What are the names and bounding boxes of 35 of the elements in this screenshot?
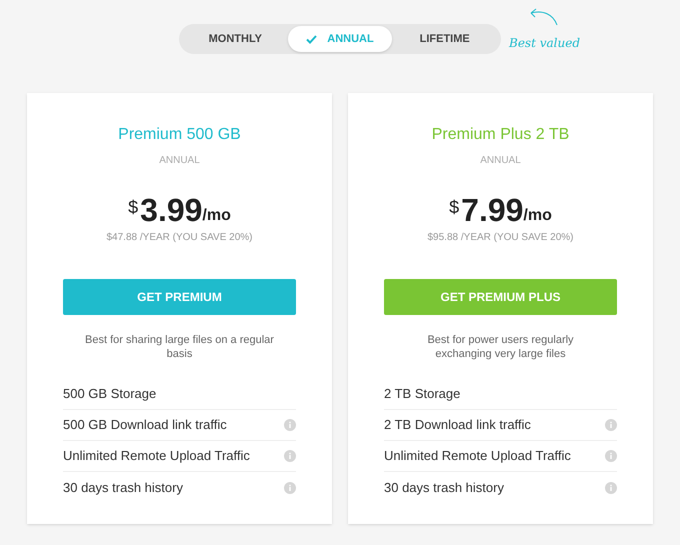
plan-price: 7.99	[461, 192, 524, 228]
feature-text: 500 GB Download link traffic	[63, 416, 227, 434]
currency-symbol: $	[449, 196, 460, 219]
info-icon[interactable]	[284, 482, 296, 494]
yearly-price: $47.88 /YEAR (YOU SAVE 20%)	[106, 231, 252, 245]
feature-text: 500 GB Storage	[63, 385, 156, 404]
currency-symbol: $	[128, 196, 138, 219]
feature-text: 2 TB Download link traffic	[384, 416, 531, 434]
plan-price: 3.99	[140, 192, 202, 228]
billing-tab[interactable]: ANNUAL	[288, 26, 392, 52]
feature-text: 30 days trash history	[384, 478, 504, 497]
info-icon[interactable]	[605, 482, 617, 494]
plan-description: Best for power users regularly exchanging very large files	[426, 333, 575, 361]
plan-period: ANNUAL	[480, 154, 521, 168]
best-value-note: Best valued	[509, 36, 580, 50]
get-plan-button[interactable]: GET PREMIUM	[63, 279, 296, 315]
price-unit: /mo	[523, 206, 552, 226]
plan-name: Premium Plus 2 TB	[432, 125, 570, 145]
info-icon[interactable]	[284, 450, 296, 462]
yearly-price: $95.88 /YEAR (YOU SAVE 20%)	[428, 231, 574, 245]
billing-tab[interactable]: MONTHLY	[183, 26, 288, 52]
feature-text: Unlimited Remote Upload Traffic	[63, 447, 250, 466]
feature-text: 30 days trash history	[63, 478, 183, 497]
plan-description: Best for sharing large files on a regular basis	[84, 333, 275, 361]
price-unit: /mo	[202, 206, 231, 226]
info-icon[interactable]	[605, 419, 617, 431]
get-plan-button[interactable]: GET PREMIUM PLUS	[384, 279, 617, 315]
feature-text: Unlimited Remote Upload Traffic	[384, 447, 571, 466]
feature-text: 2 TB Storage	[384, 385, 460, 404]
plan-period: ANNUAL	[159, 154, 200, 168]
info-icon[interactable]	[605, 450, 617, 462]
check-icon	[306, 34, 318, 44]
plan-name: Premium 500 GB	[118, 125, 241, 145]
info-icon[interactable]	[284, 419, 296, 431]
billing-tab[interactable]: LIFETIME	[392, 26, 498, 52]
